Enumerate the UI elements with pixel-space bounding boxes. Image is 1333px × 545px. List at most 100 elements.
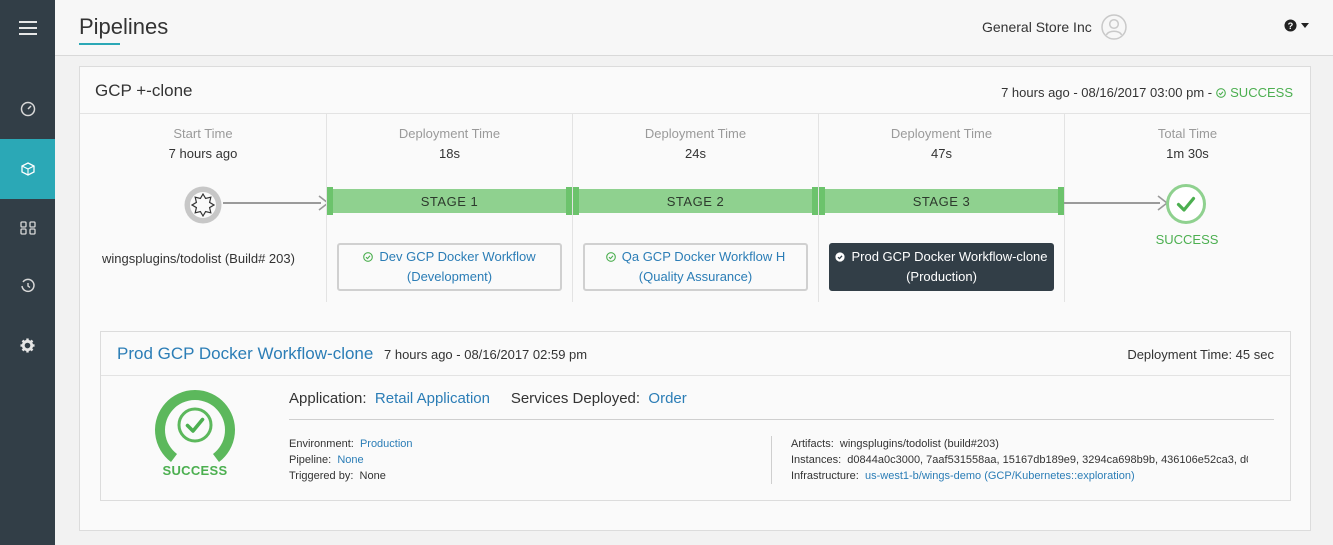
- start-time-label: Start Time: [173, 126, 233, 141]
- sidebar-item-services[interactable]: [0, 198, 55, 258]
- pipeline-time: 7 hours ago - 08/16/2017 03:00 pm -: [1001, 85, 1213, 100]
- stage-1-name: STAGE 1: [420, 193, 479, 209]
- stage-2-name: STAGE 2: [666, 193, 725, 209]
- stage-1-time-value: 18s: [439, 146, 460, 161]
- company-name[interactable]: General Store Inc: [982, 19, 1092, 35]
- stage-2-workflow[interactable]: Qa GCP Docker Workflow H (Quality Assura…: [583, 243, 808, 291]
- detail-title[interactable]: Prod GCP Docker Workflow-clone: [117, 344, 373, 364]
- detail-status: SUCCESS: [162, 463, 228, 478]
- start-time-value: 7 hours ago: [168, 146, 238, 161]
- detail-divider: [289, 419, 1274, 420]
- application-row: Application: Retail Application Services…: [289, 390, 687, 407]
- infrastructure-row: Infrastructure: us-west1-b/wings-demo (G…: [791, 468, 1135, 484]
- check-circle-icon: [363, 252, 374, 262]
- pipeline-status: 7 hours ago - 08/16/2017 03:00 pm - SUCC…: [1001, 85, 1293, 100]
- stage-1-workflow[interactable]: Dev GCP Docker Workflow (Development): [337, 243, 562, 291]
- stage-2-workflow-env: (Quality Assurance): [638, 269, 753, 284]
- pipeline-execution-panel: GCP +-clone 7 hours ago - 08/16/2017 03:…: [79, 66, 1311, 531]
- help-menu[interactable]: ?: [1284, 19, 1309, 32]
- stage-3-workflow[interactable]: Prod GCP Docker Workflow-clone (Producti…: [829, 243, 1054, 291]
- stage-1-bar[interactable]: STAGE 1: [327, 187, 572, 215]
- services-link[interactable]: Order: [648, 390, 686, 407]
- stage-3-name: STAGE 3: [912, 193, 971, 209]
- detail-vertical-divider: [771, 436, 772, 484]
- pipeline-row: Pipeline: None: [289, 452, 364, 468]
- stage-1-workflow-line1: Dev GCP Docker Workflow: [339, 247, 560, 267]
- stage-3-time-value: 47s: [931, 146, 952, 161]
- user-avatar-icon[interactable]: [1101, 14, 1127, 40]
- history-icon: [20, 278, 35, 293]
- end-arrow-line: [1064, 202, 1160, 204]
- sidebar: [0, 0, 55, 545]
- triggered-value: None: [359, 470, 386, 482]
- settings-icon: [20, 337, 35, 353]
- stage-3-bar[interactable]: STAGE 3: [819, 187, 1064, 215]
- instances-value: d0844a0c3000, 7aaf531558aa, 15167db189e9…: [847, 454, 1248, 466]
- start-arrow-line: [223, 202, 321, 204]
- application-link[interactable]: Retail Application: [375, 390, 490, 407]
- infrastructure-link[interactable]: us-west1-b/wings-demo (GCP/Kubernetes::e…: [865, 470, 1135, 482]
- check-circle-icon: [605, 252, 616, 262]
- stage-2-time-label: Deployment Time: [644, 126, 747, 141]
- triggered-row: Triggered by: None: [289, 468, 386, 484]
- stage-3-workflow-line1: Prod GCP Docker Workflow-clone: [831, 247, 1052, 267]
- success-gauge-icon: [155, 390, 235, 462]
- stage-2-time-value: 24s: [685, 146, 706, 161]
- pipeline-name[interactable]: GCP +-clone: [95, 81, 192, 101]
- sidebar-item-settings[interactable]: [0, 315, 55, 375]
- stage-2-workflow-name: Qa GCP Docker Workflow H: [621, 249, 786, 264]
- sidebar-item-history[interactable]: [0, 256, 55, 316]
- services-label: Services Deployed:: [510, 390, 641, 407]
- detail-deployment-time: Deployment Time: 45 sec: [1127, 347, 1274, 362]
- stage-3-time-label: Deployment Time: [890, 126, 993, 141]
- build-label: wingsplugins/todolist (Build# 203): [102, 251, 295, 266]
- artifacts-row: Artifacts: wingsplugins/todolist (build#…: [791, 436, 999, 452]
- stage-3-workflow-name: Prod GCP Docker Workflow-clone: [851, 249, 1048, 264]
- total-status: SUCCESS: [1155, 232, 1219, 247]
- pipeline-label: Pipeline:: [289, 454, 332, 466]
- total-time-value: 1m 30s: [1166, 146, 1209, 161]
- artifacts-label: Artifacts:: [791, 438, 834, 450]
- artifacts-value: wingsplugins/todolist (build#203): [839, 438, 999, 450]
- instances-row: Instances: d0844a0c3000, 7aaf531558aa, 1…: [791, 452, 1248, 468]
- pipeline-link[interactable]: None: [337, 454, 363, 466]
- menu-icon: [18, 21, 37, 35]
- services-icon: [19, 221, 36, 235]
- sidebar-item-deployments[interactable]: [0, 139, 55, 199]
- stage-2-workflow-line1: Qa GCP Docker Workflow H: [585, 247, 806, 267]
- environment-label: Environment:: [289, 438, 354, 450]
- question-circle-icon: ?: [1284, 19, 1297, 32]
- pipeline-status-text: SUCCESS: [1230, 85, 1293, 100]
- environment-row: Environment: Production: [289, 436, 413, 452]
- dashboard-icon: [20, 101, 35, 117]
- detail-header: Prod GCP Docker Workflow-clone 7 hours a…: [101, 332, 1290, 376]
- page-title: Pipelines: [79, 14, 169, 39]
- infrastructure-label: Infrastructure:: [791, 470, 859, 482]
- stage-1-time-label: Deployment Time: [398, 126, 501, 141]
- artifact-badge-icon[interactable]: [183, 185, 223, 225]
- sidebar-item-dashboard[interactable]: [0, 79, 55, 139]
- stage-3-workflow-env: (Production): [906, 269, 977, 284]
- start-column: Start Time 7 hours ago wingsplugins/todo…: [80, 114, 330, 302]
- caret-down-icon: [1301, 23, 1309, 28]
- check-circle-icon: [835, 252, 846, 262]
- stage-1-workflow-env: (Development): [406, 269, 493, 284]
- stage-2-column: Deployment Time 24s STAGE 2 Qa GCP Docke…: [572, 114, 818, 302]
- triggered-label: Triggered by:: [289, 470, 354, 482]
- pipeline-status-badge: SUCCESS: [1216, 85, 1293, 100]
- stage-1-workflow-name: Dev GCP Docker Workflow: [379, 249, 536, 264]
- stage-3-column: Deployment Time 47s STAGE 3 Prod GCP Doc…: [818, 114, 1064, 302]
- workflow-detail-card: Prod GCP Docker Workflow-clone 7 hours a…: [100, 331, 1291, 501]
- success-check-icon: [1166, 184, 1206, 224]
- pipeline-stages: Start Time 7 hours ago wingsplugins/todo…: [80, 113, 1310, 302]
- menu-button[interactable]: [0, 0, 55, 56]
- stage-1-column: Deployment Time 18s STAGE 1 Dev GCP Dock…: [326, 114, 572, 302]
- detail-time: 7 hours ago - 08/16/2017 02:59 pm: [384, 347, 588, 362]
- application-label: Application:: [289, 390, 367, 407]
- svg-text:?: ?: [1288, 21, 1294, 31]
- deployments-icon: [20, 162, 35, 176]
- top-header: Pipelines General Store Inc ?: [55, 0, 1333, 56]
- stage-2-bar[interactable]: STAGE 2: [573, 187, 818, 215]
- title-underline: [79, 43, 120, 45]
- environment-link[interactable]: Production: [360, 438, 413, 450]
